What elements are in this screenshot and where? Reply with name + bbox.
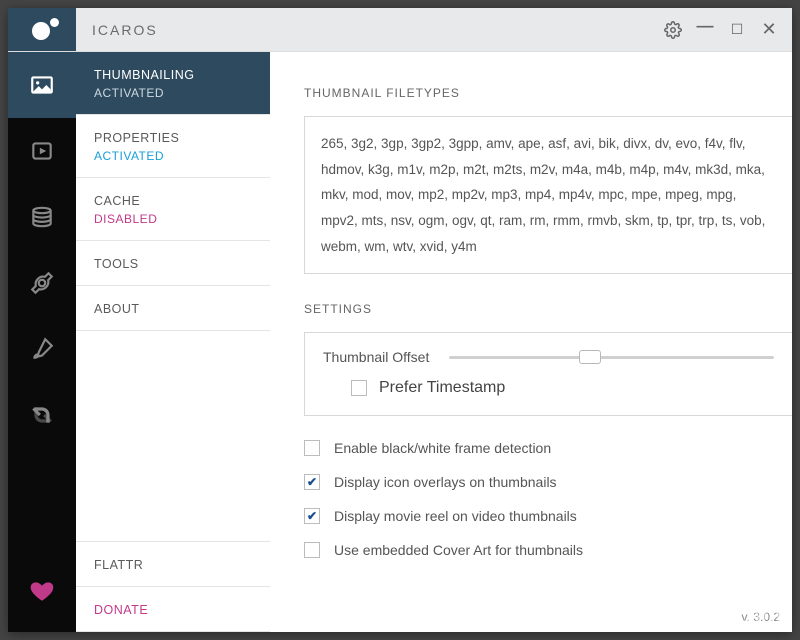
maximize-button[interactable]: ☐ bbox=[728, 21, 746, 39]
version-label: v. 3.0.2 bbox=[742, 610, 780, 624]
nav-donate[interactable]: DONATE bbox=[76, 587, 270, 632]
flattr-icon bbox=[29, 402, 55, 428]
play-icon bbox=[29, 138, 55, 164]
settings-heading: SETTINGS bbox=[304, 302, 792, 316]
content-pane: THUMBNAIL FILETYPES 265, 3g2, 3gp, 3gp2,… bbox=[270, 52, 792, 632]
title-bar: ICAROS — ☐ ✕ bbox=[8, 8, 792, 52]
filetypes-textbox[interactable]: 265, 3g2, 3gp, 3gp2, 3gpp, amv, ape, asf… bbox=[304, 116, 792, 274]
nav-properties[interactable]: PROPERTIES ACTIVATED bbox=[76, 115, 270, 178]
close-button[interactable]: ✕ bbox=[760, 21, 778, 39]
filetypes-heading: THUMBNAIL FILETYPES bbox=[304, 86, 792, 100]
settings-gear-icon[interactable] bbox=[664, 21, 682, 39]
image-icon bbox=[29, 72, 55, 98]
wrench-icon bbox=[29, 270, 55, 296]
app-body: THUMBNAILING ACTIVATED PROPERTIES ACTIVA… bbox=[8, 52, 792, 632]
nav-thumbnailing[interactable]: THUMBNAILING ACTIVATED bbox=[76, 52, 270, 115]
settings-panel: Thumbnail Offset Prefer Timestamp bbox=[304, 332, 792, 416]
rail-about[interactable] bbox=[8, 316, 76, 382]
prefer-timestamp-checkbox[interactable] bbox=[351, 380, 367, 396]
prefer-timestamp-label: Prefer Timestamp bbox=[379, 379, 505, 397]
nav-column: THUMBNAILING ACTIVATED PROPERTIES ACTIVA… bbox=[76, 52, 270, 632]
heart-icon bbox=[29, 578, 55, 604]
nav-label: FLATTR bbox=[94, 558, 252, 572]
app-window: ICAROS — ☐ ✕ bbox=[8, 8, 792, 632]
nav-flattr[interactable]: FLATTR bbox=[76, 542, 270, 587]
rail-tools[interactable] bbox=[8, 250, 76, 316]
window-controls: — ☐ ✕ bbox=[664, 8, 792, 51]
stack-icon bbox=[29, 204, 55, 230]
nav-status: ACTIVATED bbox=[94, 86, 252, 100]
thumbnail-offset-label: Thumbnail Offset bbox=[323, 349, 429, 365]
movie-reel-checkbox[interactable] bbox=[304, 508, 320, 524]
rail-donate[interactable] bbox=[8, 558, 76, 624]
nav-tools[interactable]: TOOLS bbox=[76, 241, 270, 286]
nav-spacer bbox=[76, 331, 270, 542]
app-title: ICAROS bbox=[76, 8, 664, 51]
cover-art-checkbox[interactable] bbox=[304, 542, 320, 558]
nav-status: ACTIVATED bbox=[94, 149, 252, 163]
rail-thumbnailing[interactable] bbox=[8, 52, 76, 118]
prefer-timestamp-row: Prefer Timestamp bbox=[351, 379, 774, 397]
option-cover-art: Use embedded Cover Art for thumbnails bbox=[304, 542, 792, 558]
nav-label: DONATE bbox=[94, 603, 252, 617]
nav-cache[interactable]: CACHE DISABLED bbox=[76, 178, 270, 241]
movie-reel-label: Display movie reel on video thumbnails bbox=[334, 508, 577, 524]
nav-label: ABOUT bbox=[94, 302, 252, 316]
bw-detection-checkbox[interactable] bbox=[304, 440, 320, 456]
icon-overlays-checkbox[interactable] bbox=[304, 474, 320, 490]
nav-status: DISABLED bbox=[94, 212, 252, 226]
nav-label: THUMBNAILING bbox=[94, 68, 252, 82]
nav-label: CACHE bbox=[94, 194, 252, 208]
nav-about[interactable]: ABOUT bbox=[76, 286, 270, 331]
minimize-button[interactable]: — bbox=[696, 17, 714, 35]
app-logo bbox=[8, 8, 76, 51]
brush-icon bbox=[29, 336, 55, 362]
rail-properties[interactable] bbox=[8, 118, 76, 184]
rail-cache[interactable] bbox=[8, 184, 76, 250]
thumbnail-offset-slider[interactable] bbox=[449, 356, 774, 359]
nav-label: TOOLS bbox=[94, 257, 252, 271]
option-bw-detection: Enable black/white frame detection bbox=[304, 440, 792, 456]
option-movie-reel: Display movie reel on video thumbnails bbox=[304, 508, 792, 524]
icon-rail bbox=[8, 52, 76, 632]
option-icon-overlays: Display icon overlays on thumbnails bbox=[304, 474, 792, 490]
thumbnail-offset-row: Thumbnail Offset bbox=[323, 349, 774, 365]
slider-thumb[interactable] bbox=[579, 350, 601, 364]
icon-overlays-label: Display icon overlays on thumbnails bbox=[334, 474, 557, 490]
bw-detection-label: Enable black/white frame detection bbox=[334, 440, 551, 456]
nav-label: PROPERTIES bbox=[94, 131, 252, 145]
cover-art-label: Use embedded Cover Art for thumbnails bbox=[334, 542, 583, 558]
rail-flattr[interactable] bbox=[8, 382, 76, 448]
